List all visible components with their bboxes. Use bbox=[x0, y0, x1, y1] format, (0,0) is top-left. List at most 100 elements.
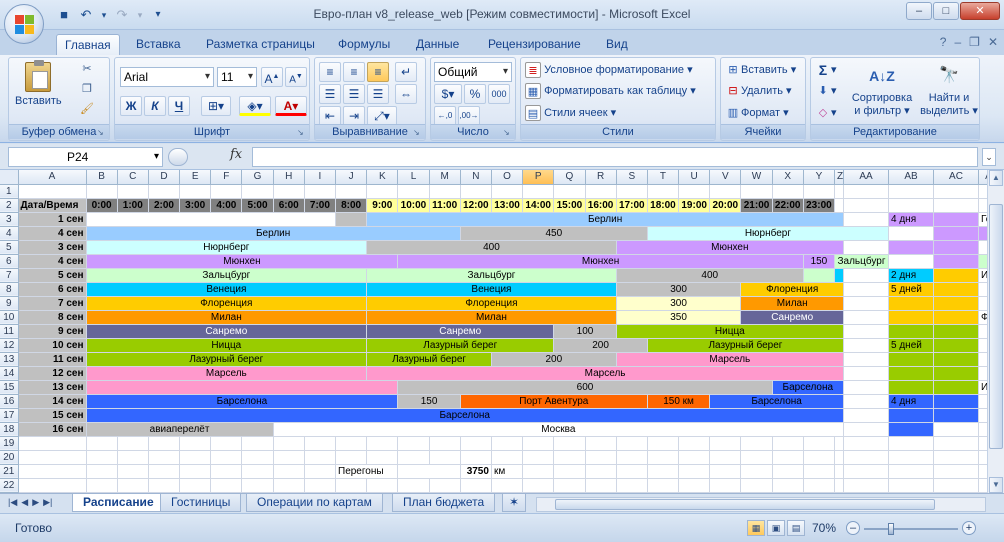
cell[interactable] bbox=[210, 464, 243, 479]
cell[interactable] bbox=[834, 450, 844, 465]
cell[interactable] bbox=[843, 184, 889, 199]
schedule-segment[interactable]: Лазурный берег bbox=[647, 338, 845, 353]
cell[interactable] bbox=[834, 184, 844, 199]
cell[interactable] bbox=[117, 184, 149, 199]
schedule-segment[interactable]: 150 км bbox=[647, 394, 711, 409]
autosum-button[interactable]: Σ ▾ bbox=[815, 61, 837, 81]
day-label[interactable]: 14 сен bbox=[18, 394, 87, 409]
cell[interactable] bbox=[18, 450, 87, 465]
paste-button[interactable]: Вставить bbox=[15, 60, 62, 112]
schedule-segment[interactable]: 400 bbox=[616, 268, 804, 283]
cell[interactable] bbox=[273, 478, 305, 493]
first-sheet-icon[interactable]: |◀ bbox=[8, 497, 17, 508]
cell[interactable] bbox=[888, 296, 934, 311]
column-header[interactable]: M bbox=[429, 170, 461, 185]
schedule-segment[interactable]: Милан bbox=[86, 310, 368, 325]
cell[interactable] bbox=[86, 380, 399, 395]
row-header[interactable]: 16 bbox=[0, 394, 19, 409]
cell[interactable] bbox=[241, 436, 274, 451]
summary-value[interactable]: 3750 bbox=[460, 464, 492, 479]
cell[interactable] bbox=[86, 436, 118, 451]
hour-header[interactable]: 13:00 bbox=[491, 198, 524, 213]
align-top-button[interactable]: ≡ bbox=[319, 62, 341, 82]
column-header[interactable]: S bbox=[616, 170, 648, 185]
cell[interactable] bbox=[888, 198, 934, 213]
cell[interactable] bbox=[460, 184, 492, 199]
hour-header[interactable]: 11:00 bbox=[429, 198, 461, 213]
number-launcher-icon[interactable]: ↘ bbox=[503, 128, 513, 138]
hour-header[interactable]: 7:00 bbox=[304, 198, 337, 213]
row-header[interactable]: 15 bbox=[0, 380, 19, 395]
cell[interactable] bbox=[803, 450, 836, 465]
cell[interactable] bbox=[366, 450, 399, 465]
cell[interactable] bbox=[366, 436, 399, 451]
column-header[interactable]: O bbox=[491, 170, 524, 185]
cell[interactable] bbox=[241, 478, 274, 493]
cell[interactable] bbox=[616, 450, 648, 465]
day-label[interactable]: 16 сен bbox=[18, 422, 87, 437]
decrease-indent-button[interactable]: ⇤ bbox=[319, 106, 341, 126]
italic-button[interactable]: К bbox=[144, 96, 166, 116]
schedule-segment[interactable]: 400 bbox=[366, 240, 617, 255]
cell[interactable] bbox=[933, 478, 979, 493]
cell[interactable] bbox=[241, 464, 274, 479]
vertical-scrollbar[interactable]: ▲ ▼ bbox=[987, 170, 1004, 493]
hour-header[interactable]: 21:00 bbox=[740, 198, 773, 213]
schedule-segment[interactable]: 200 bbox=[553, 338, 648, 353]
clear-button[interactable]: ◇ ▾ bbox=[815, 104, 837, 124]
day-label[interactable]: 13 сен bbox=[18, 380, 87, 395]
day-label[interactable]: 11 сен bbox=[18, 352, 87, 367]
zoom-in-icon[interactable]: + bbox=[962, 521, 976, 535]
cell[interactable] bbox=[304, 478, 337, 493]
hour-header[interactable]: 14:00 bbox=[522, 198, 555, 213]
hour-header[interactable]: 20:00 bbox=[709, 198, 742, 213]
schedule-segment[interactable]: Порт Авентура bbox=[460, 394, 648, 409]
cell[interactable] bbox=[18, 464, 87, 479]
schedule-segment[interactable]: Берлин bbox=[86, 226, 461, 241]
cell[interactable] bbox=[397, 464, 461, 479]
hour-header[interactable]: 1:00 bbox=[117, 198, 149, 213]
cell[interactable] bbox=[335, 436, 368, 451]
row-header[interactable]: 3 bbox=[0, 212, 19, 227]
cell[interactable] bbox=[888, 352, 934, 367]
cell[interactable] bbox=[179, 478, 212, 493]
cell[interactable] bbox=[888, 254, 934, 269]
row-header[interactable]: 21 bbox=[0, 464, 19, 479]
column-header[interactable]: J bbox=[335, 170, 368, 185]
cell[interactable] bbox=[933, 352, 979, 367]
cell[interactable] bbox=[772, 464, 804, 479]
cell[interactable] bbox=[585, 184, 617, 199]
currency-button[interactable]: $▾ bbox=[434, 84, 462, 104]
cell[interactable] bbox=[647, 450, 680, 465]
cell[interactable] bbox=[834, 268, 844, 283]
cell[interactable] bbox=[460, 436, 492, 451]
cell-styles-button[interactable]: ▤ Стили ячеек ▾ bbox=[525, 104, 616, 124]
page-break-view-icon[interactable]: ▤ bbox=[787, 520, 805, 536]
row-header[interactable]: 14 bbox=[0, 366, 19, 381]
tab-data[interactable]: Данные bbox=[408, 34, 467, 55]
day-label[interactable]: 15 сен bbox=[18, 408, 87, 423]
day-label[interactable]: 5 сен bbox=[18, 268, 87, 283]
cell[interactable] bbox=[933, 436, 979, 451]
cell[interactable] bbox=[273, 436, 305, 451]
grow-font-button[interactable]: A▲ bbox=[261, 67, 283, 87]
office-button[interactable] bbox=[4, 4, 44, 44]
cell[interactable] bbox=[86, 464, 118, 479]
schedule-segment[interactable]: Санремо bbox=[366, 324, 555, 339]
cell[interactable] bbox=[843, 268, 889, 283]
column-header[interactable]: T bbox=[647, 170, 680, 185]
cell[interactable] bbox=[179, 436, 212, 451]
cell[interactable] bbox=[522, 184, 555, 199]
merge-center-button[interactable]: ⇔ bbox=[395, 84, 417, 104]
cell[interactable] bbox=[429, 478, 461, 493]
cell[interactable] bbox=[210, 478, 243, 493]
column-header[interactable]: AA bbox=[843, 170, 889, 185]
day-label[interactable]: 12 сен bbox=[18, 366, 87, 381]
font-size-combo[interactable]: 11 bbox=[217, 67, 257, 87]
minimize-button[interactable]: – bbox=[906, 2, 932, 20]
cell[interactable] bbox=[933, 282, 979, 297]
schedule-segment[interactable]: Санремо bbox=[86, 324, 368, 339]
cell[interactable] bbox=[241, 184, 274, 199]
format-cells-button[interactable]: ▥ Формат ▾ bbox=[725, 104, 789, 124]
row-header[interactable]: 12 bbox=[0, 338, 19, 353]
